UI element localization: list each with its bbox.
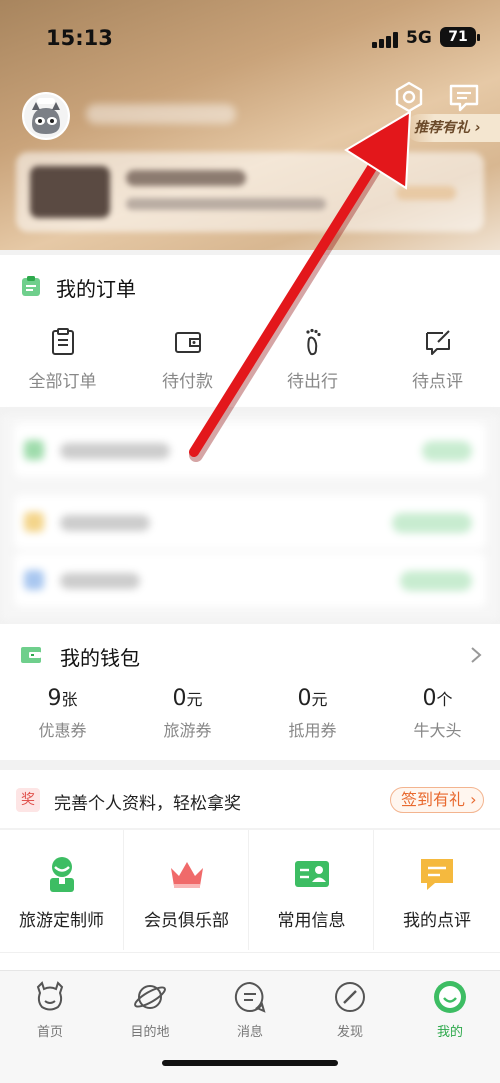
tab-label: 目的地 (130, 1025, 170, 1040)
status-bar: 15:13 5G 71 (0, 26, 500, 56)
bottom-tab-bar: 首页 目的地 消息 发现 我的 (0, 970, 500, 1083)
tab-label: 消息 (236, 1025, 263, 1040)
tab-me[interactable]: 我的 (400, 979, 500, 1040)
review-icon (425, 330, 450, 355)
services-grid: 旅游定制师 会员俱乐部 常用信息 我的点评 (0, 830, 500, 970)
tab-discover[interactable]: 发现 (300, 979, 400, 1040)
wallet-unit: 元 (311, 690, 328, 709)
referral-gift-tag[interactable]: 推荐有礼 › (406, 114, 500, 142)
wallet-value: 0 (297, 686, 312, 711)
order-tab-label: 待出行 (287, 372, 338, 392)
profile-promo-banner[interactable]: 奖 完善个人资料，轻松拿奖 签到有礼 › (0, 770, 500, 828)
wallet-label: 牛大头 (413, 721, 462, 740)
reward-badge: 奖 (16, 788, 40, 812)
me-icon (434, 981, 466, 1013)
status-time: 15:13 (46, 26, 113, 50)
wallet-value: 9 (47, 686, 62, 711)
checkin-gift-label: 签到有礼 (401, 790, 466, 809)
wallet-icon (21, 647, 41, 663)
service-travel-designer[interactable]: 旅游定制师 (0, 830, 124, 950)
promo-text: 完善个人资料，轻松拿奖 (54, 794, 241, 814)
wallet-value: 0 (422, 686, 437, 711)
member-card-blurred[interactable] (16, 152, 484, 232)
wallet-label: 优惠券 (38, 721, 87, 740)
service-label: 我的点评 (403, 911, 471, 931)
wallet-label: 抵用券 (288, 721, 337, 740)
profile-header: 15:13 5G 71 推荐有礼 › (0, 0, 500, 250)
service-my-reviews[interactable]: 我的点评 (375, 830, 499, 950)
wallet-value: 0 (172, 686, 187, 711)
battery-icon: 71 (440, 27, 480, 47)
network-type: 5G (406, 28, 432, 48)
footprint-icon (305, 328, 321, 356)
checkin-gift-button[interactable]: 签到有礼 › (390, 787, 484, 813)
service-label: 会员俱乐部 (144, 911, 229, 931)
orders-section: 我的订单 全部订单 待付款 待出行 待点评 (0, 255, 500, 407)
clipboard-icon (51, 328, 74, 355)
referral-gift-label: 推荐有礼 (414, 120, 470, 136)
order-tab-unpaid[interactable]: 待付款 (125, 327, 250, 392)
travel-designer-icon (49, 857, 74, 892)
tab-label: 发现 (336, 1025, 363, 1040)
wallet-label: 旅游券 (163, 721, 212, 740)
order-tab-label: 待点评 (412, 372, 463, 392)
signal-icon (372, 32, 398, 48)
message-icon (449, 84, 479, 112)
home-cow-icon (36, 981, 64, 1011)
wallet-coupons[interactable]: 9张 优惠券 (0, 686, 125, 741)
tab-destination[interactable]: 目的地 (100, 979, 200, 1040)
clipboard-icon (22, 276, 40, 296)
planet-icon (134, 985, 166, 1009)
home-indicator (162, 1060, 338, 1066)
service-member-club[interactable]: 会员俱乐部 (125, 830, 249, 950)
wallet-niu-datou[interactable]: 0个 牛大头 (375, 686, 500, 741)
tab-label: 我的 (436, 1025, 463, 1040)
order-tab-label: 待付款 (162, 372, 213, 392)
tab-label: 首页 (36, 1025, 63, 1040)
order-tab-to-review[interactable]: 待点评 (375, 327, 500, 392)
orders-title: 我的订单 (56, 277, 136, 301)
order-tab-all[interactable]: 全部订单 (0, 327, 125, 392)
id-card-icon (294, 861, 329, 887)
divider (0, 952, 500, 953)
wallet-unit: 个 (436, 690, 453, 709)
chevron-right-icon[interactable] (470, 646, 482, 664)
wallet-unit: 张 (61, 690, 78, 709)
message-button[interactable] (447, 80, 481, 114)
wallet-icon (174, 332, 201, 353)
order-tab-upcoming[interactable]: 待出行 (250, 327, 375, 392)
wallet-title: 我的钱包 (60, 646, 140, 670)
tab-messages[interactable]: 消息 (200, 979, 300, 1040)
wallet-unit: 元 (186, 690, 203, 709)
username-blurred (86, 104, 236, 124)
wallet-travel-vouchers[interactable]: 0元 旅游券 (125, 686, 250, 741)
settings-button[interactable] (392, 80, 426, 114)
message-icon (234, 981, 266, 1013)
blurred-content (0, 415, 500, 620)
service-common-info[interactable]: 常用信息 (250, 830, 374, 950)
service-label: 常用信息 (277, 911, 346, 931)
order-tab-label: 全部订单 (28, 372, 97, 392)
avatar[interactable] (22, 92, 70, 140)
comment-icon (421, 859, 453, 890)
compass-icon (335, 982, 365, 1012)
settings-icon (395, 81, 423, 113)
tab-home[interactable]: 首页 (0, 979, 100, 1040)
wallet-deduction-vouchers[interactable]: 0元 抵用券 (250, 686, 375, 741)
service-label: 旅游定制师 (19, 911, 104, 931)
crown-icon (170, 862, 203, 888)
